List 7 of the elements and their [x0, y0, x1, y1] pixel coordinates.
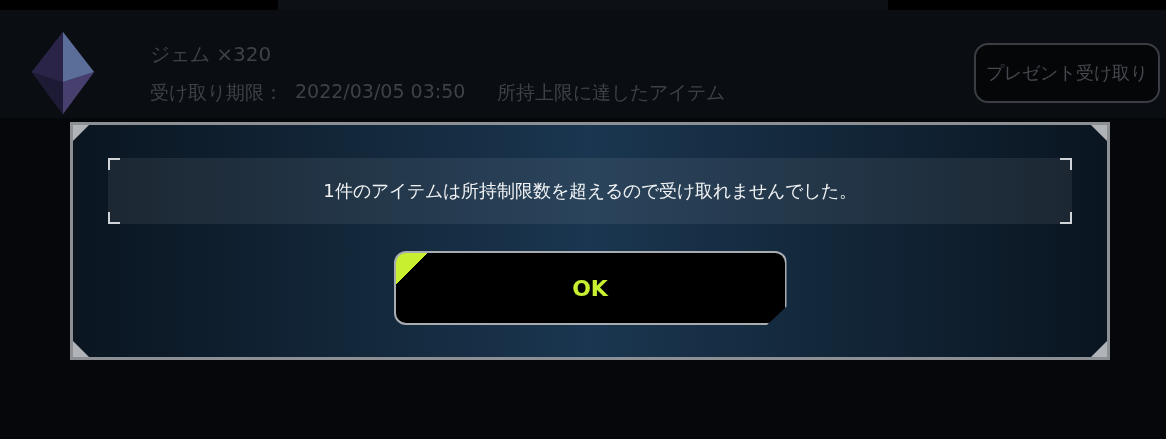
corner-bracket [1060, 212, 1072, 224]
ok-button[interactable]: OK [393, 251, 787, 325]
corner-bracket [108, 158, 120, 170]
corner-bracket [108, 212, 120, 224]
gem-icon [30, 30, 96, 116]
dialog-message: 1件のアイテムは所持制限数を超えるので受け取れませんでした。 [323, 179, 857, 203]
corner-bracket [1060, 158, 1072, 170]
